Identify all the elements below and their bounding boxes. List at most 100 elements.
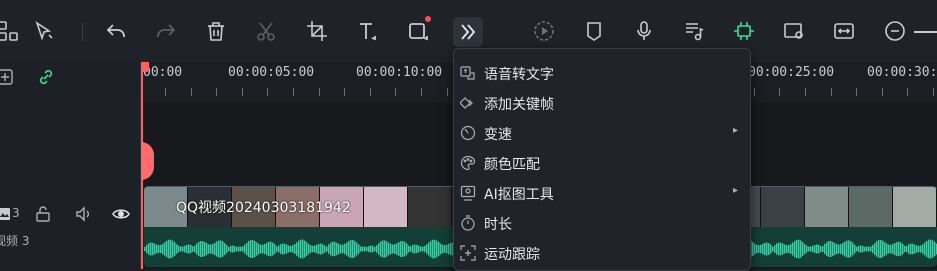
more-tools-menu: 语音转文字 添加关键帧 变速 ▸ 颜色匹配 AI抠图工具 ▸ 时长 运动跟踪 [453,48,751,271]
waveform-bar [322,244,324,254]
waveform-bar [866,246,868,252]
waveform-bar [208,244,210,254]
menu-item-speech-to-text[interactable]: 语音转文字 [454,58,750,88]
waveform-bar [806,245,808,253]
waveform-bar [828,241,830,257]
waveform-bar [288,245,290,253]
waveform-bar [370,245,372,253]
marker-icon[interactable] [580,17,608,45]
waveform-bar [260,244,262,254]
waveform-bar [398,242,400,256]
menu-item-motion-tracking[interactable]: 运动跟踪 [454,238,750,268]
waveform-bar [292,245,294,253]
eye-icon[interactable] [112,205,130,223]
ai-icon[interactable] [730,17,758,45]
waveform-bar [414,244,416,254]
music-list-icon[interactable] [680,17,708,45]
delete-icon[interactable] [202,17,230,45]
waveform-bar [846,240,848,258]
undo-icon[interactable] [102,17,130,45]
waveform-bar [762,243,764,255]
fit-icon[interactable] [830,17,858,45]
grid-icon[interactable] [0,17,22,45]
waveform-bar [180,246,182,252]
menu-item-add-keyframe[interactable]: 添加关键帧 [454,88,750,118]
waveform-bar [446,244,448,254]
waveform-bar [824,243,826,255]
waveform-bar [192,246,194,252]
playhead-top[interactable] [141,62,149,72]
play-circle-icon[interactable] [530,17,558,45]
waveform-bar [230,245,232,253]
waveform-bar [226,245,228,253]
volume-icon[interactable] [74,205,92,223]
add-track-icon[interactable] [0,68,14,86]
speed-icon [460,125,476,141]
waveform-bar [416,244,418,254]
waveform-bar [366,246,368,252]
waveform-bar [798,239,800,259]
text-icon[interactable] [354,17,382,45]
waveform-bar [172,240,174,258]
waveform-bar [240,246,242,252]
zoom-out-icon[interactable] [881,17,909,45]
render-preview-icon[interactable] [780,17,808,45]
waveform-bar [152,242,154,256]
waveform-bar [374,246,376,252]
waveform-bar [204,242,206,256]
waveform-bar [826,242,828,256]
keyframe-icon [460,97,473,109]
waveform-bar [198,241,200,257]
menu-item-speed[interactable]: 变速 ▸ [454,118,750,148]
menu-item-color-match[interactable]: 颜色匹配 [454,148,750,178]
waveform-bar [190,244,192,254]
waveform-bar [228,246,230,252]
ruler-tick [165,88,166,96]
ruler-label: 00:00:30:0 [867,65,937,80]
more-tools-icon[interactable] [453,17,483,47]
waveform-bar [910,243,912,255]
waveform-bar [400,241,402,257]
cut-icon[interactable] [252,17,280,45]
waveform-bar [838,244,840,254]
redo-icon[interactable] [152,17,180,45]
waveform-bar [886,243,888,255]
crop-icon[interactable] [303,17,331,45]
speech-to-text-icon [460,66,475,80]
waveform-bar [758,245,760,253]
waveform-bar [274,244,276,254]
waveform-bar [914,244,916,254]
zoom-slider[interactable] [914,31,937,33]
waveform-bar [924,242,926,256]
waveform-bar [900,242,902,256]
waveform-bar [816,244,818,254]
waveform-bar [178,245,180,253]
select-arrow-icon[interactable] [30,17,58,45]
waveform-bar [282,243,284,255]
waveform-bar [434,239,436,259]
waveform-bar [214,242,216,256]
waveform-bar [382,240,384,258]
menu-item-duration[interactable]: 时长 [454,208,750,238]
waveform-bar [440,243,442,255]
waveform-bar [842,243,844,255]
waveform-bar [834,243,836,255]
waveform-bar [164,242,166,256]
ruler-tick [805,88,806,96]
link-icon[interactable] [37,68,55,86]
clip-title: QQ视频20240303181942 [176,200,351,216]
waveform-bar [306,242,308,256]
waveform-bar [272,242,274,256]
waveform-bar [768,243,770,255]
waveform-bar [332,241,334,257]
waveform-bar [248,240,250,258]
waveform-bar [170,239,172,259]
waveform-bar [280,244,282,254]
menu-item-ai-cutout[interactable]: AI抠图工具 ▸ [454,178,750,208]
waveform-bar [378,243,380,255]
ruler-tick [421,88,422,96]
waveform-bar [752,242,754,256]
lock-icon[interactable] [34,205,52,223]
waveform-bar [424,245,426,253]
microphone-icon[interactable] [630,17,658,45]
